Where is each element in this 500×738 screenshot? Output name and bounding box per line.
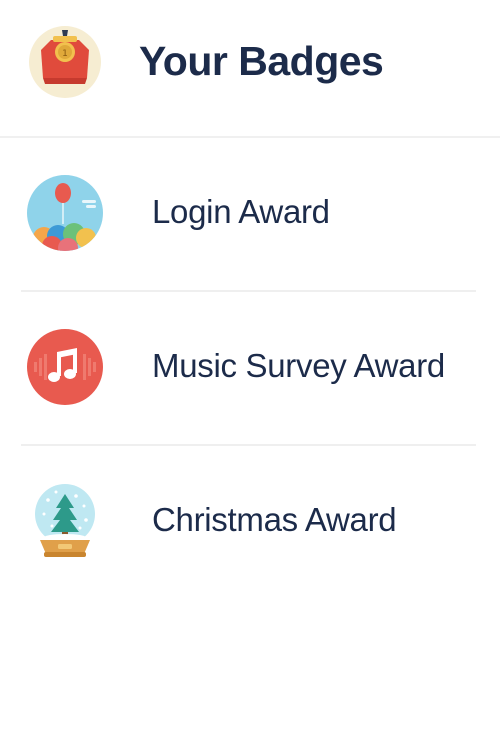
badge-list: Login Award Music Survey Award Christmas…: [0, 138, 500, 600]
snow-globe-icon: [26, 482, 104, 560]
svg-text:1: 1: [62, 49, 68, 59]
badge-label: Music Survey Award: [152, 347, 445, 384]
music-note-icon: [26, 328, 104, 406]
badge-row-login-award[interactable]: Login Award: [0, 138, 500, 292]
badge-label: Login Award: [152, 193, 330, 230]
header: 1 Your Badges: [0, 0, 500, 138]
badge-label: Christmas Award: [152, 501, 397, 538]
balloons-icon: [26, 174, 104, 252]
badge-row-music-survey-award[interactable]: Music Survey Award: [0, 292, 500, 446]
page-title: Your Badges: [139, 38, 384, 84]
medal-badge-icon: 1: [29, 26, 101, 98]
badge-row-christmas-award[interactable]: Christmas Award: [0, 446, 500, 600]
